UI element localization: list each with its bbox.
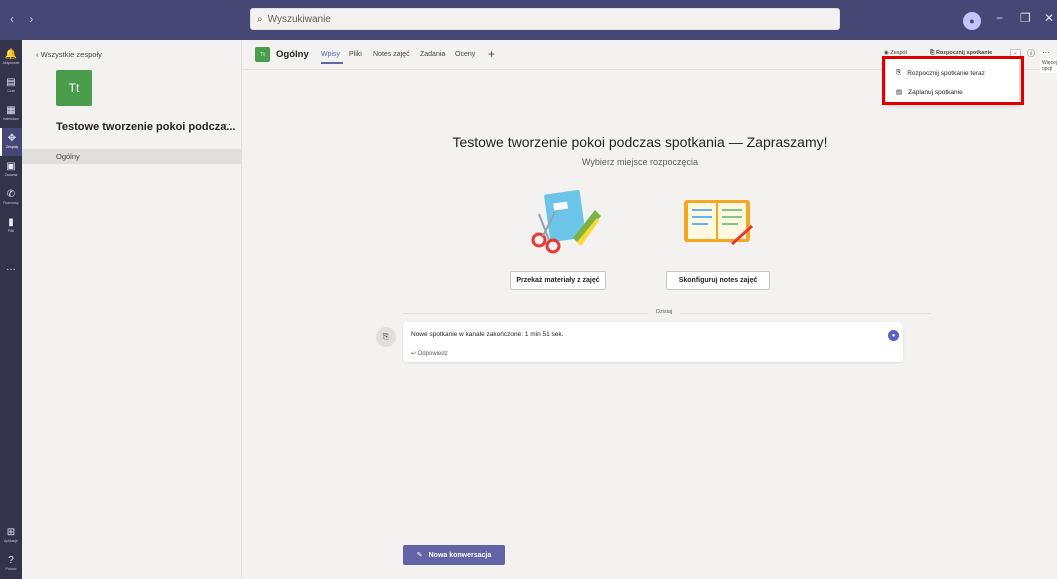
close-icon[interactable]: ✕ — [1044, 11, 1054, 25]
welcome-title: Testowe tworzenie pokoi podczas spotkani… — [452, 134, 828, 150]
reply-icon: ↩ — [411, 351, 418, 357]
rail-item-assignments[interactable]: ▣ Zadania — [0, 156, 22, 184]
rail-item-calendar[interactable]: ▦ Kalendarz — [0, 100, 22, 128]
tab-files[interactable]: Pliki — [349, 51, 362, 58]
more-icon: … — [6, 261, 16, 273]
rail-label: Aktywność — [2, 61, 20, 65]
rail-item-chat[interactable]: ▤ Czat — [0, 72, 22, 100]
rail-item-more[interactable]: … — [0, 254, 22, 282]
new-conversation-button[interactable]: ✎ Nowa konwersacja — [403, 545, 505, 565]
rail-label: Pomoc — [5, 567, 17, 571]
tab-class-notebook[interactable]: Notes zajęć — [373, 51, 410, 58]
channel-title: Ogólny — [276, 49, 309, 60]
team-name[interactable]: Testowe tworzenie pokoi podcza... — [56, 121, 236, 133]
more-options-icon[interactable]: ··· — [1042, 48, 1050, 57]
phone-icon: ✆ — [6, 189, 16, 200]
add-tab-icon[interactable]: + — [488, 47, 495, 61]
rail-label: Aplikacje — [3, 539, 18, 543]
tab-grades[interactable]: Oceny — [455, 51, 475, 58]
highlight-box — [882, 56, 1024, 105]
active-tab-indicator — [321, 62, 343, 64]
chat-icon: ▤ — [6, 77, 16, 88]
materials-illustration — [531, 190, 601, 254]
rail-label: Zadania — [4, 173, 18, 177]
minimize-icon[interactable]: − — [996, 11, 1003, 25]
tab-posts[interactable]: Wpisy — [321, 51, 340, 58]
search-icon: ⌕ — [257, 13, 263, 25]
setup-notebook-button[interactable]: Skonfiguruj notes zajęć — [666, 271, 770, 290]
restore-icon[interactable]: ❐ — [1020, 11, 1031, 25]
teams-icon: ✥ — [7, 133, 17, 144]
info-icon[interactable]: ⓘ — [1027, 48, 1035, 59]
search-input[interactable]: ⌕ Wyszukiwanie — [250, 8, 840, 30]
user-avatar[interactable]: ● — [963, 12, 981, 30]
rail-item-phone[interactable]: ✆ Rozmowy — [0, 184, 22, 212]
assignments-icon: ▣ — [6, 161, 16, 172]
channel-label: Ogólny — [56, 152, 80, 161]
team-more-icon[interactable]: ··· — [221, 119, 231, 130]
rail-label: Kalendarz — [3, 117, 19, 121]
meeting-icon: ⎘ — [376, 327, 396, 347]
help-icon: ? — [8, 555, 14, 566]
meeting-message: Nowe spotkanie w kanale zakończone: 1 mi… — [411, 331, 564, 338]
rail-label: Czat — [7, 89, 15, 93]
rail-item-teams[interactable]: ✥ Zespoły — [0, 128, 22, 156]
compose-icon: ✎ — [416, 552, 423, 559]
more-options-tooltip: Więcej opcji — [1040, 59, 1057, 73]
rail-item-help[interactable]: ? Pomoc — [0, 550, 22, 578]
channel-item-general[interactable] — [22, 149, 242, 164]
rail-item-files[interactable]: ▮ Pliki — [0, 212, 22, 240]
welcome-subtitle: Wybierz miejsce rozpoczęcia — [582, 157, 698, 167]
apps-icon: ⊞ — [6, 527, 16, 538]
team-avatar: Tt — [56, 70, 92, 106]
rail-item-apps[interactable]: ⊞ Aplikacje — [0, 522, 22, 550]
meeting-card[interactable] — [403, 322, 903, 362]
back-to-teams-link[interactable]: ‹ Wszystkie zespoły — [36, 50, 102, 59]
participant-avatar: ● — [888, 330, 899, 341]
rail-label: Zespoły — [5, 145, 19, 149]
rail-label: Pliki — [7, 229, 15, 233]
reply-link[interactable]: ↩ Odpowiedz — [411, 350, 448, 357]
calendar-icon: ▦ — [6, 105, 16, 116]
nav-arrows[interactable]: ‹ › — [10, 12, 39, 26]
channel-avatar: Tt — [255, 47, 270, 62]
tab-assignments[interactable]: Zadania — [420, 51, 445, 58]
date-label: Dzisiaj — [648, 309, 681, 315]
hand-out-materials-button[interactable]: Przekaż materiały z zajęć — [510, 271, 606, 290]
notebook-illustration — [684, 200, 754, 246]
files-icon: ▮ — [8, 217, 14, 228]
search-placeholder: Wyszukiwanie — [267, 13, 331, 25]
rail-label: Rozmowy — [3, 201, 19, 205]
rail-item-bell[interactable]: 🔔 Aktywność — [0, 44, 22, 72]
bell-icon: 🔔 — [4, 49, 18, 60]
